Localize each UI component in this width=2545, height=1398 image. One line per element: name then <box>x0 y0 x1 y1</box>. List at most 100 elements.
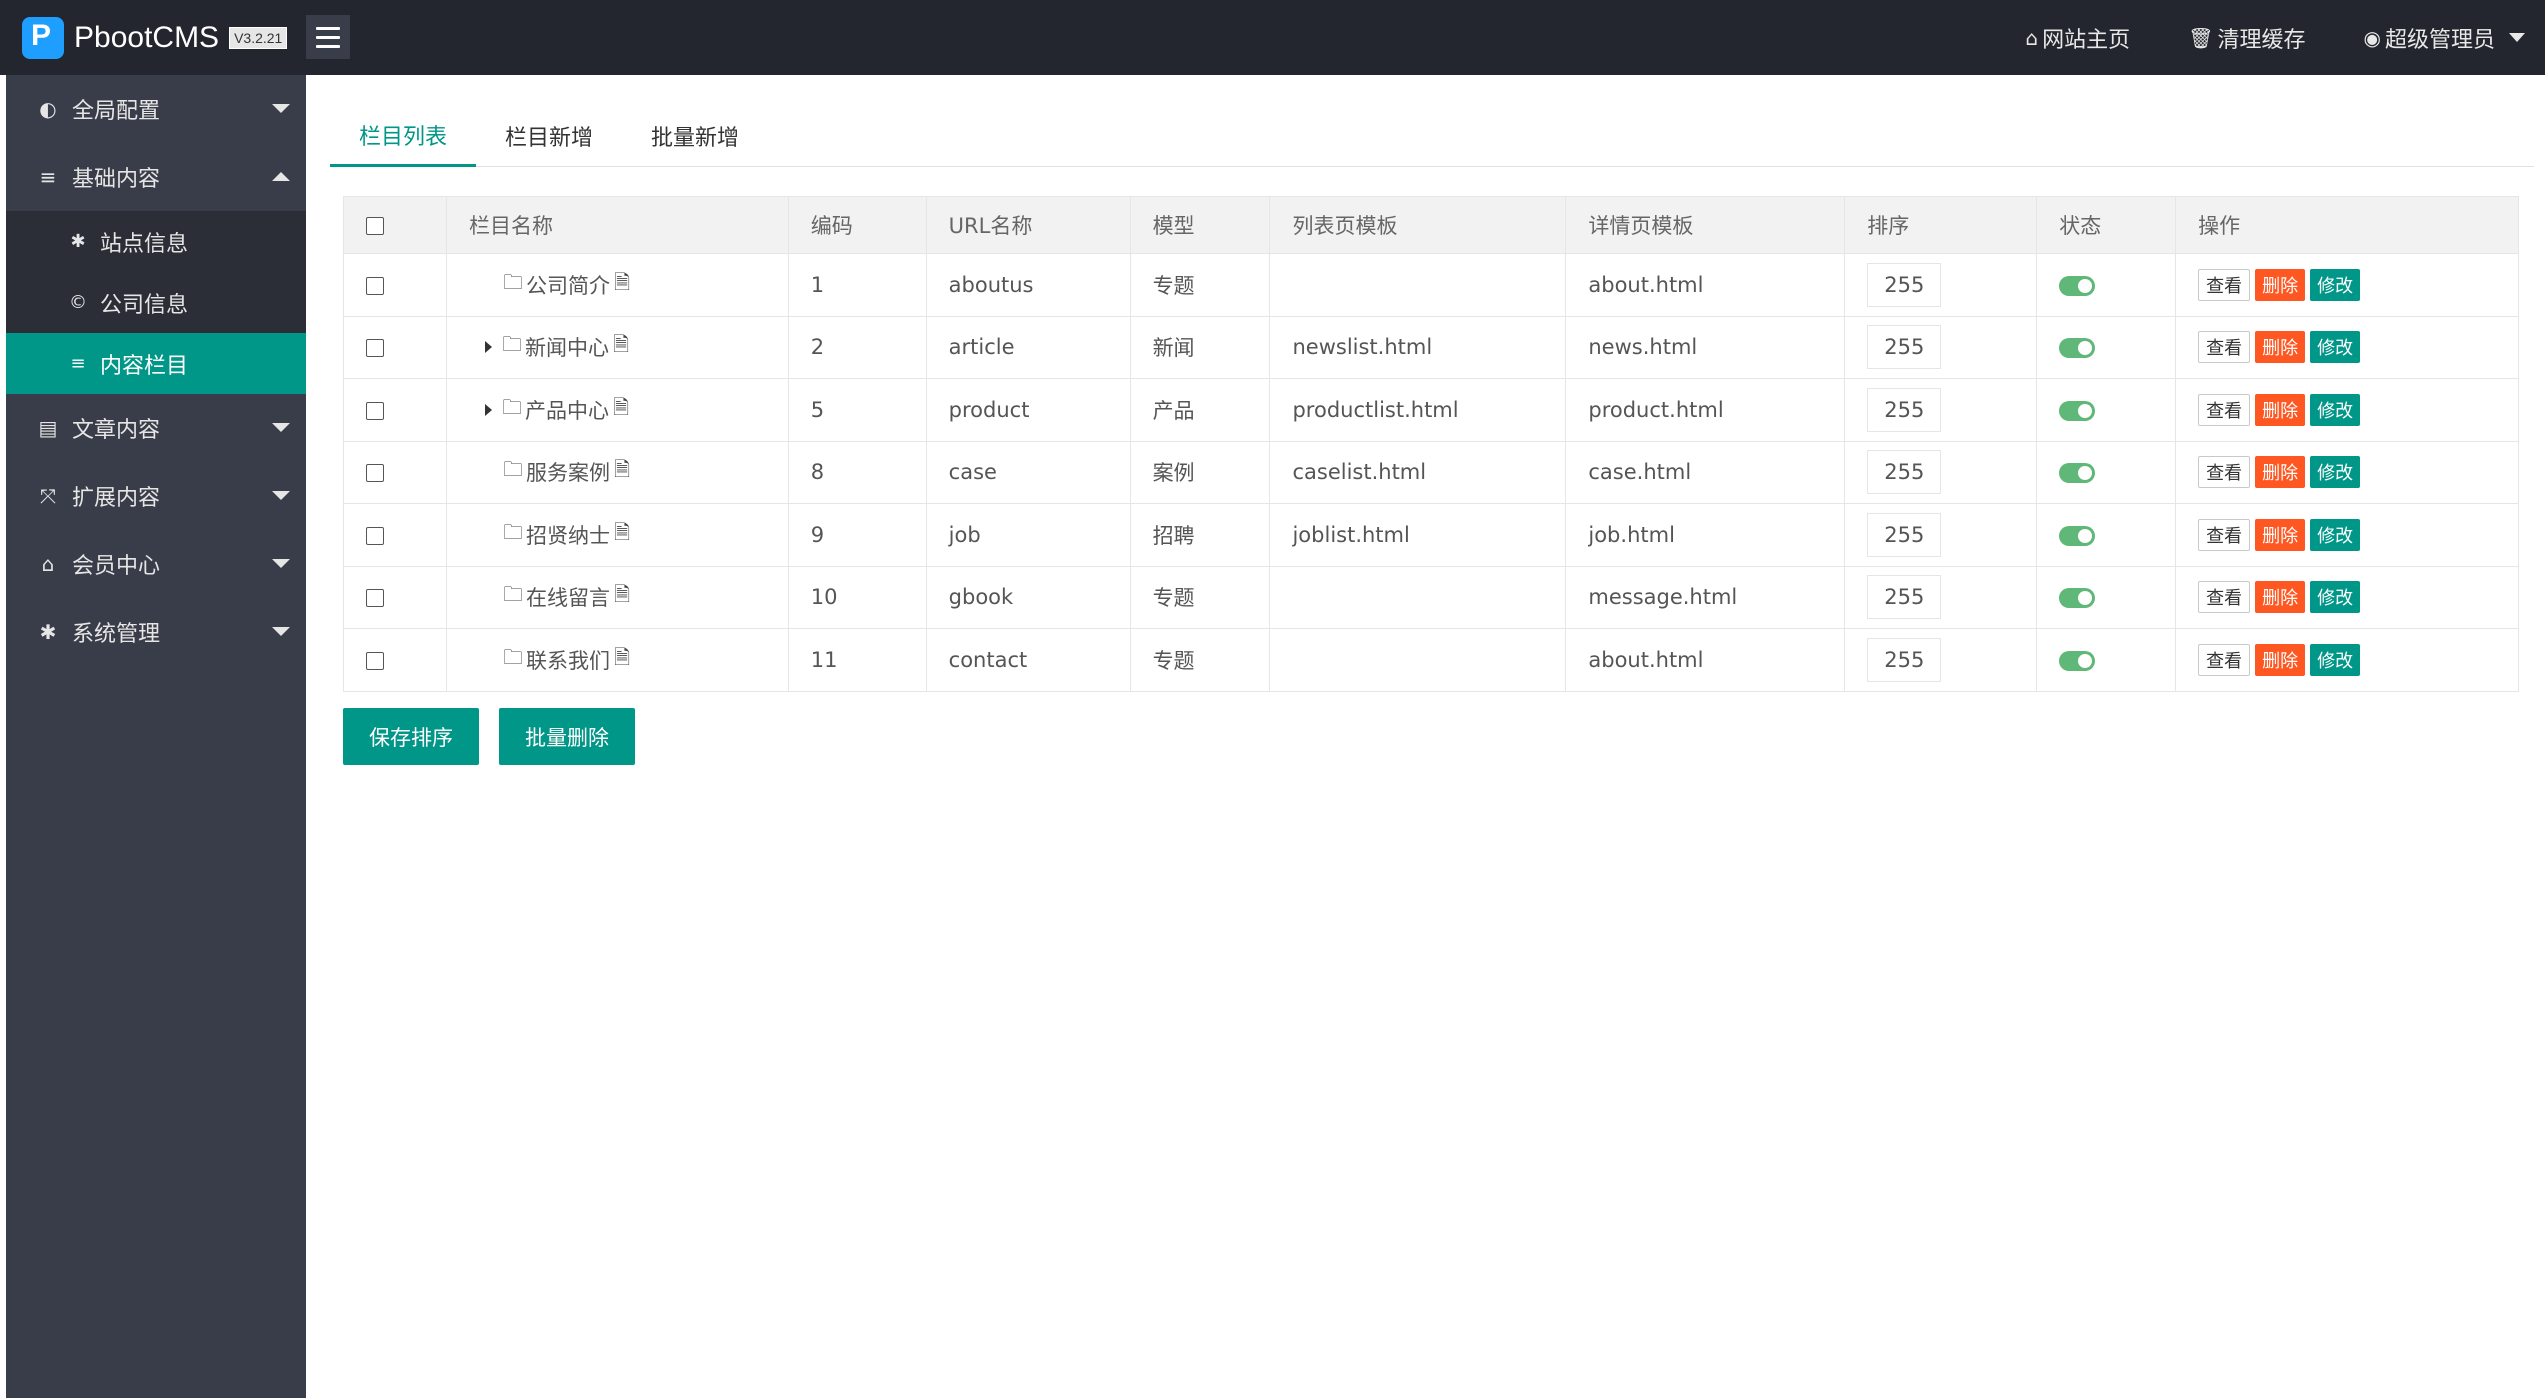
column-name: 产品中心 <box>524 398 609 423</box>
sidebar-item-member-center[interactable]: ⌂ 会员中心 <box>6 530 306 598</box>
status-toggle[interactable] <box>2059 463 2096 484</box>
folder-icon: 🗀 <box>502 457 523 482</box>
status-toggle[interactable] <box>2059 588 2096 609</box>
status-cell <box>2036 565 2177 629</box>
sidebar-item-extended-content[interactable]: ⤧ 扩展内容 <box>6 462 306 530</box>
sidebar-item-global-config[interactable]: ◐ 全局配置 <box>6 75 306 143</box>
tab-batch-add[interactable]: 批量新增 <box>622 105 768 167</box>
tab-column-list[interactable]: 栏目列表 <box>330 105 477 167</box>
edit-button[interactable]: 修改 <box>2310 581 2361 614</box>
row-checkbox[interactable] <box>366 401 384 420</box>
row-select-cell <box>343 378 447 442</box>
document-icon: 🗎 <box>612 394 630 419</box>
logo-icon: P <box>22 17 64 59</box>
delete-button[interactable]: 删除 <box>2255 581 2306 614</box>
sidebar-item-basic-content[interactable]: ≡ 基础内容 <box>6 143 306 211</box>
code-cell: 10 <box>787 565 927 629</box>
url-name-cell: case <box>925 440 1131 504</box>
column-header: 操作 <box>2175 196 2519 254</box>
delete-button[interactable]: 删除 <box>2255 268 2306 301</box>
table-row: 🗀 产品中心 🗎 5 product 产品 productlist.html product.… <box>343 378 2519 442</box>
tab-bar: 栏目列表 栏目新增 批量新增 <box>330 105 2534 167</box>
menu-toggle-button[interactable] <box>306 15 350 59</box>
view-button[interactable]: 查看 <box>2198 331 2251 364</box>
sort-input[interactable]: 255 <box>1867 387 1942 432</box>
expand-arrow-icon[interactable] <box>484 403 492 416</box>
status-toggle[interactable] <box>2059 525 2096 546</box>
view-button[interactable]: 查看 <box>2198 518 2251 551</box>
sidebar-subitem-site-info[interactable]: ✱ 站点信息 <box>6 211 306 272</box>
row-checkbox[interactable] <box>366 526 384 545</box>
row-checkbox[interactable] <box>366 339 384 358</box>
edit-button[interactable]: 修改 <box>2310 643 2361 676</box>
delete-button[interactable]: 删除 <box>2255 643 2306 676</box>
sidebar-item-label: 系统管理 <box>72 622 161 647</box>
document-icon: 🗎 <box>613 582 631 607</box>
status-cell <box>2036 378 2177 442</box>
view-button[interactable]: 查看 <box>2198 393 2251 426</box>
status-toggle[interactable] <box>2059 400 2096 421</box>
edit-button[interactable]: 修改 <box>2310 268 2361 301</box>
header-links: ⌂ 网站主页 🗑 清理缓存 ◉ 超级管理员 <box>1967 0 2525 75</box>
view-button[interactable]: 查看 <box>2198 643 2251 676</box>
view-button[interactable]: 查看 <box>2198 268 2251 301</box>
home-link[interactable]: ⌂ 网站主页 <box>2025 22 2130 54</box>
list-template-cell: productlist.html <box>1269 378 1567 442</box>
url-name-cell: gbook <box>925 565 1131 629</box>
row-checkbox[interactable] <box>366 276 384 295</box>
sidebar-item-label: 扩展内容 <box>72 486 161 511</box>
file-icon: ▤ <box>38 416 58 440</box>
edit-button[interactable]: 修改 <box>2310 331 2361 364</box>
column-header: 状态 <box>2036 196 2177 254</box>
clear-cache-link[interactable]: 🗑 清理缓存 <box>2188 22 2305 54</box>
status-toggle[interactable] <box>2059 650 2096 671</box>
model-cell: 案例 <box>1129 440 1271 504</box>
sidebar-item-system-admin[interactable]: ✱ 系统管理 <box>6 598 306 666</box>
row-checkbox[interactable] <box>366 589 384 608</box>
sort-input[interactable]: 255 <box>1867 450 1942 495</box>
save-sort-button[interactable]: 保存排序 <box>343 708 479 765</box>
select-all-checkbox[interactable] <box>366 217 384 235</box>
sort-input[interactable]: 255 <box>1867 512 1942 557</box>
globe-icon: ◐ <box>39 97 57 121</box>
delete-button[interactable]: 删除 <box>2255 518 2306 551</box>
sidebar-subitem-company-info[interactable]: © 公司信息 <box>6 272 306 333</box>
sort-input[interactable]: 255 <box>1867 325 1942 370</box>
tab-column-add[interactable]: 栏目新增 <box>476 105 622 167</box>
view-button[interactable]: 查看 <box>2198 456 2251 489</box>
folder-icon: 🗀 <box>502 644 523 669</box>
delete-button[interactable]: 删除 <box>2255 331 2306 364</box>
detail-template-cell: product.html <box>1565 378 1846 442</box>
name-cell: 🗀 公司简介 🗎 <box>445 253 789 317</box>
sidebar-item-label: 文章内容 <box>72 418 161 443</box>
column-header: 列表页模板 <box>1269 196 1567 254</box>
sort-input[interactable]: 255 <box>1867 262 1942 307</box>
edit-button[interactable]: 修改 <box>2310 456 2361 489</box>
delete-button[interactable]: 删除 <box>2255 456 2306 489</box>
view-button[interactable]: 查看 <box>2198 581 2251 614</box>
sort-input[interactable]: 255 <box>1867 637 1942 682</box>
chevron-down-icon <box>272 627 290 636</box>
chevron-down-icon <box>272 104 290 113</box>
user-menu[interactable]: ◉ 超级管理员 <box>2364 22 2525 54</box>
delete-button[interactable]: 删除 <box>2255 393 2306 426</box>
row-checkbox[interactable] <box>366 651 384 670</box>
status-toggle[interactable] <box>2059 275 2096 296</box>
column-name: 服务案例 <box>525 461 610 486</box>
status-toggle[interactable] <box>2059 338 2096 359</box>
chevron-down-icon <box>2509 33 2525 42</box>
batch-delete-button[interactable]: 批量删除 <box>499 708 635 765</box>
folder-icon: 🗀 <box>502 519 523 544</box>
sidebar-item-article-content[interactable]: ▤ 文章内容 <box>6 394 306 462</box>
edit-button[interactable]: 修改 <box>2310 518 2361 551</box>
edit-button[interactable]: 修改 <box>2310 393 2361 426</box>
operations-cell: 查看 删除 修改 <box>2175 315 2519 379</box>
row-checkbox[interactable] <box>366 464 384 483</box>
sort-input[interactable]: 255 <box>1867 575 1942 620</box>
sidebar-subitem-content-columns[interactable]: ≡ 内容栏目 <box>6 333 306 394</box>
column-header: 模型 <box>1129 196 1271 254</box>
expand-arrow-icon[interactable] <box>484 341 492 354</box>
user-icon: ◉ <box>2363 25 2381 50</box>
logo[interactable]: P PbootCMS V3.2.21 <box>22 16 288 60</box>
code-cell: 5 <box>787 378 927 442</box>
